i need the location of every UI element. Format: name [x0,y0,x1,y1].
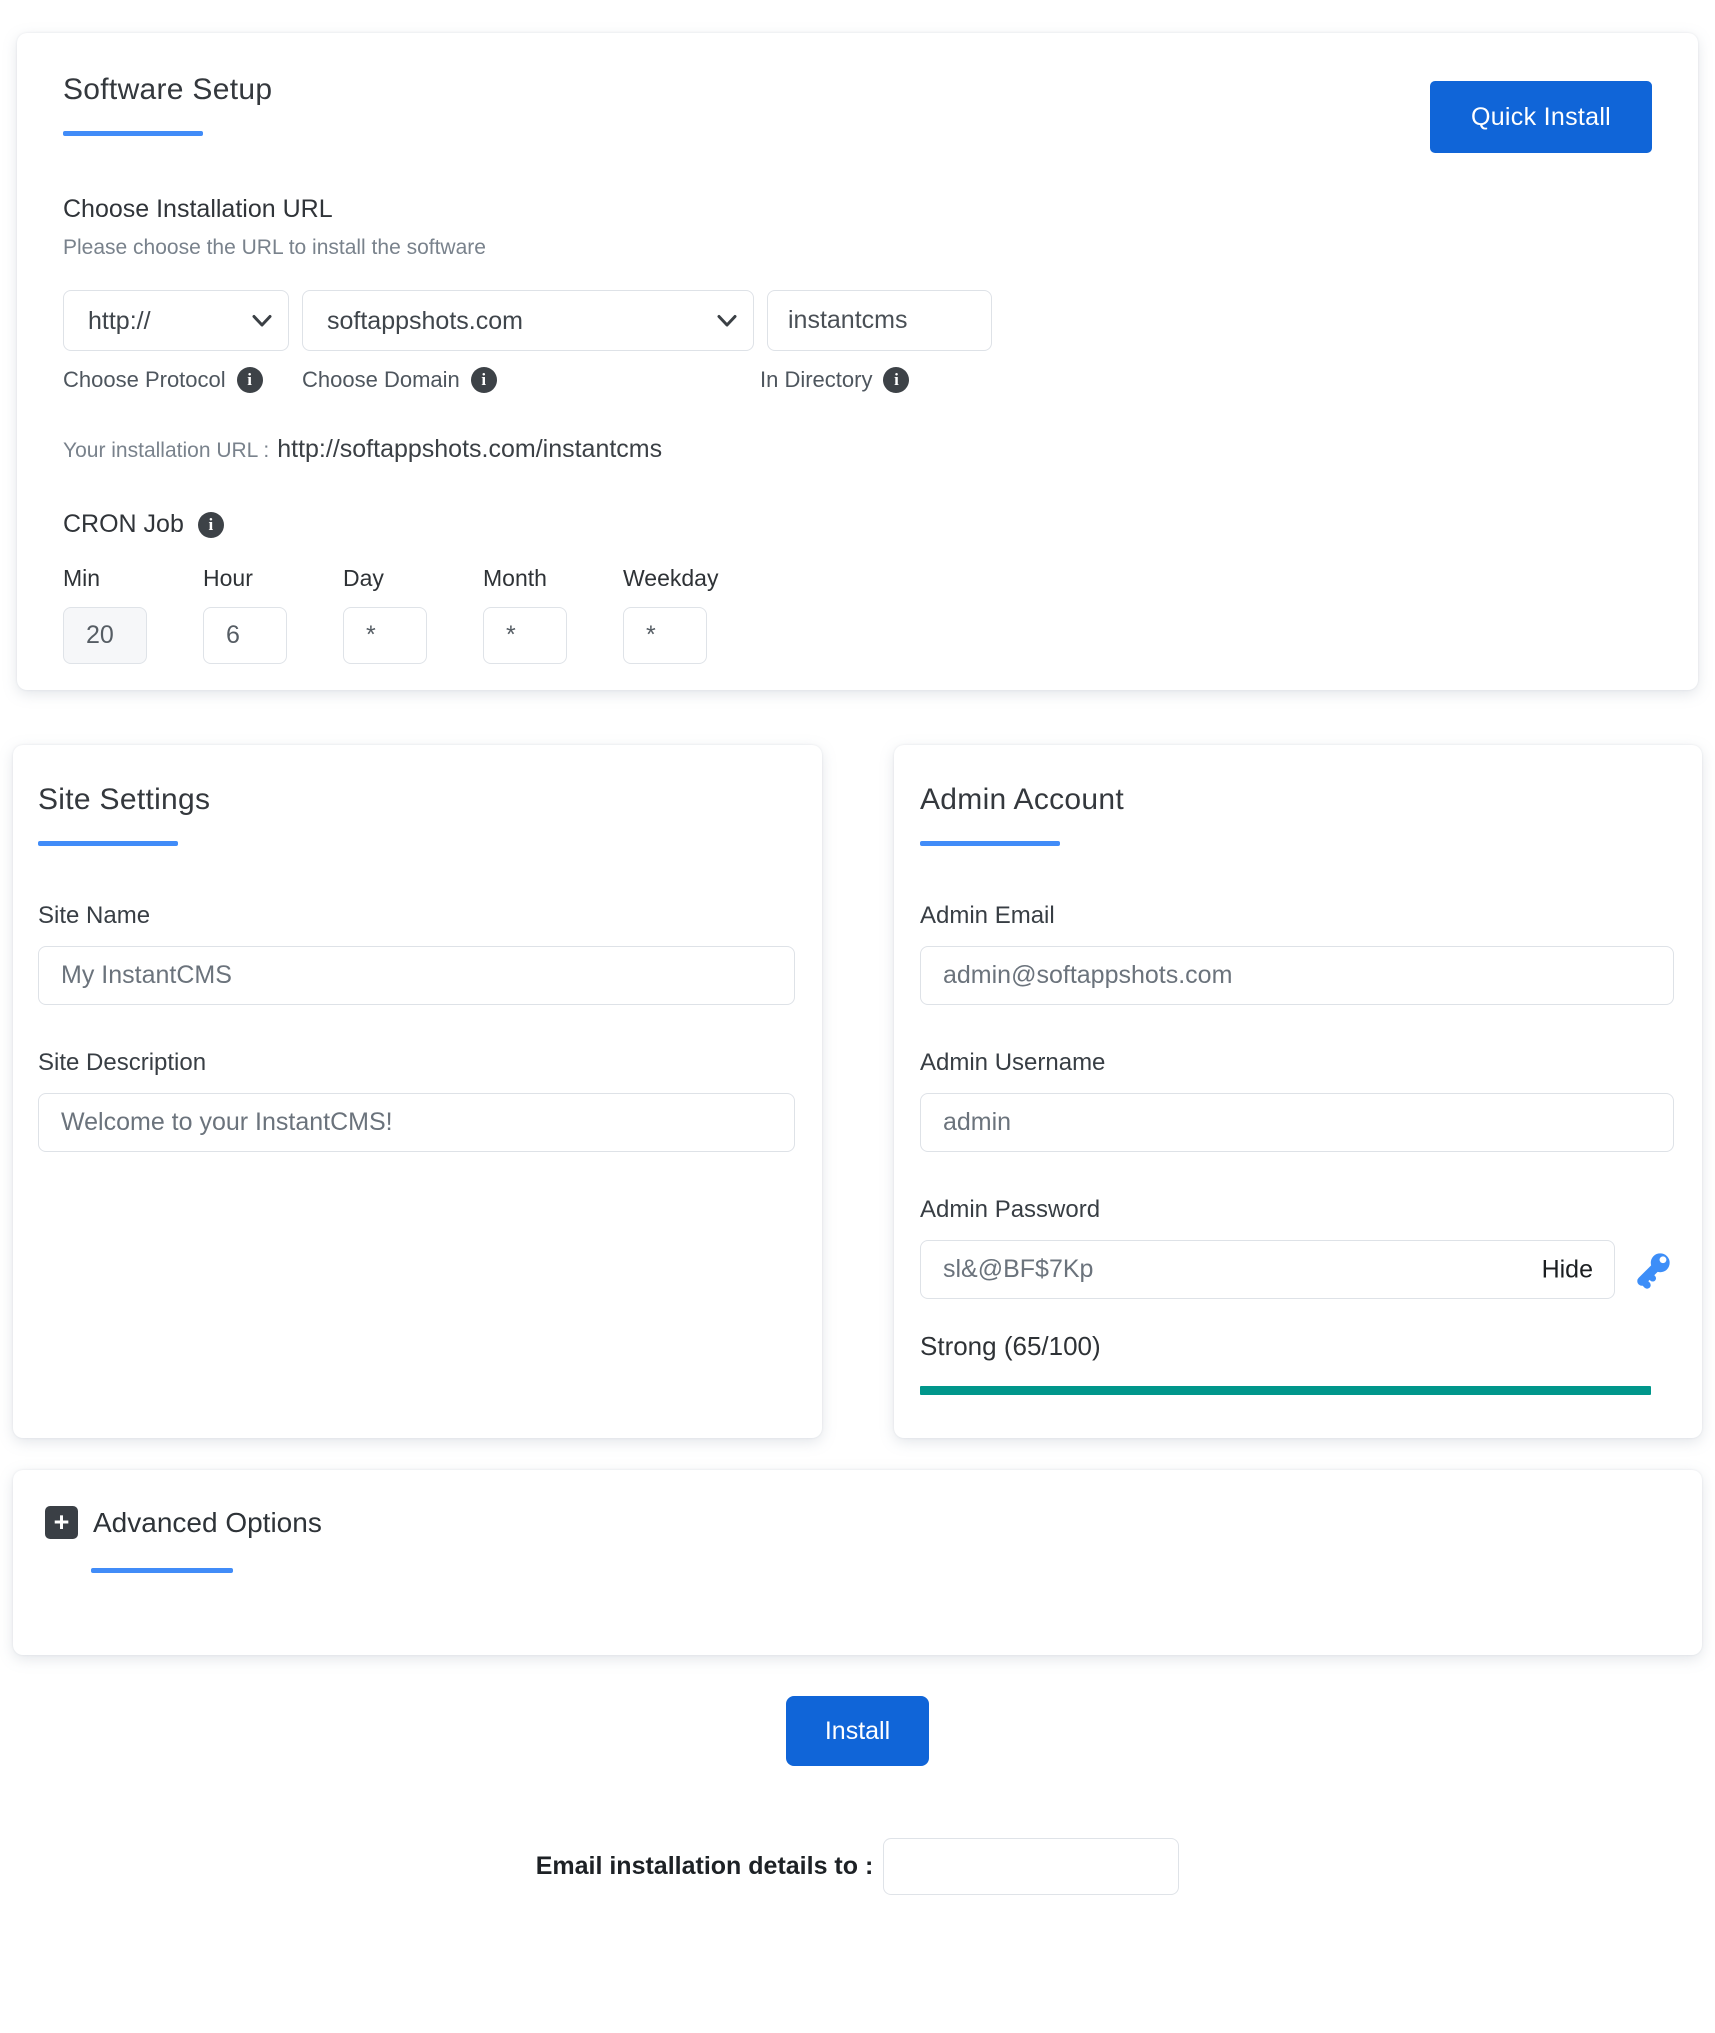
advanced-options-toggle[interactable]: + Advanced Options [45,1506,1670,1539]
quick-install-button[interactable]: Quick Install [1430,81,1652,153]
installation-url-subheading: Please choose the URL to install the sof… [63,236,486,259]
cron-inputs-row [63,607,1652,664]
page-title: Software Setup [63,73,273,106]
cron-month-input[interactable] [483,607,567,664]
software-setup-card: Software Setup Quick Install Choose Inst… [17,33,1698,690]
admin-password-input[interactable] [920,1240,1615,1299]
domain-label-group: Choose Domain i [302,367,497,393]
domain-select[interactable]: softappshots.com [302,290,754,351]
key-icon [1637,1252,1670,1289]
cron-weekday-label: Weekday [623,565,719,591]
info-icon[interactable]: i [470,367,497,393]
title-underline [91,1568,233,1573]
installation-url-result-label: Your installation URL : [63,439,270,462]
software-setup-header: Software Setup Quick Install [63,73,1652,153]
domain-label: Choose Domain [302,367,460,392]
password-strength-bar [920,1386,1652,1395]
cron-min-input[interactable] [63,607,147,664]
title-underline [38,841,178,846]
title-underline [920,841,1060,846]
protocol-label: Choose Protocol [63,367,226,392]
cron-weekday-input[interactable] [623,607,707,664]
installation-url-result-value: http://softappshots.com/instantcms [277,435,663,463]
installation-url-row: http:// softappshots.com [63,290,1652,351]
info-icon[interactable]: i [197,511,224,538]
cron-hour-label: Hour [203,565,253,591]
install-button-row: Install [0,1696,1715,1766]
site-description-input[interactable] [38,1093,795,1152]
install-button[interactable]: Install [786,1696,929,1766]
admin-password-field: Hide [920,1240,1615,1299]
cron-hour-input[interactable] [203,607,287,664]
email-details-row: Email installation details to : [0,1838,1715,1895]
site-description-label: Site Description [38,1049,207,1076]
generate-password-button[interactable] [1632,1249,1674,1291]
protocol-label-group: Choose Protocol i [63,367,263,393]
cron-labels-row: Min Hour Day Month Weekday [63,565,1652,593]
plus-square-icon[interactable]: + [45,1506,78,1539]
cron-day-label: Day [343,565,384,591]
software-setup-title-block: Software Setup [63,73,272,136]
advanced-options-title: Advanced Options [93,1506,322,1538]
settings-row: Site Settings Site Name Site Description… [13,745,1702,1438]
cron-min-label: Min [63,565,101,591]
admin-email-label: Admin Email [920,902,1055,929]
password-hide-toggle[interactable]: Hide [1542,1255,1593,1284]
site-settings-card: Site Settings Site Name Site Description [13,745,822,1438]
cron-month-label: Month [483,565,547,591]
site-settings-title: Site Settings [38,783,211,816]
installation-url-result: Your installation URL : http://softappsho… [63,435,1652,464]
site-name-input[interactable] [38,946,795,1005]
email-details-label: Email installation details to : [535,1852,874,1880]
directory-label: In Directory [760,367,873,392]
admin-email-input[interactable] [920,946,1674,1005]
directory-input[interactable] [767,290,992,351]
admin-password-label: Admin Password [920,1196,1101,1223]
password-strength-text: Strong (65/100) [920,1331,1101,1361]
cron-heading: CRON Job [63,510,184,538]
advanced-options-card: + Advanced Options [13,1470,1702,1655]
cron-day-input[interactable] [343,607,427,664]
admin-username-input[interactable] [920,1093,1674,1152]
admin-account-title: Admin Account [920,783,1125,816]
domain-select-wrap: softappshots.com [302,290,754,351]
installation-url-labels: Choose Protocol i Choose Domain i In Dir… [63,367,1652,399]
directory-label-group: In Directory i [760,367,910,393]
admin-account-card: Admin Account Admin Email Admin Username… [894,745,1702,1438]
admin-password-row: Hide [920,1240,1674,1299]
installation-url-heading: Choose Installation URL [63,195,333,223]
protocol-select-wrap: http:// [63,290,289,351]
admin-username-label: Admin Username [920,1049,1106,1076]
info-icon[interactable]: i [883,367,910,393]
cron-heading-row: CRON Job i [63,510,1652,539]
email-details-input[interactable] [883,1838,1180,1895]
info-icon[interactable]: i [236,367,263,393]
site-name-label: Site Name [38,902,151,929]
title-underline [63,131,203,136]
protocol-select[interactable]: http:// [63,290,289,351]
